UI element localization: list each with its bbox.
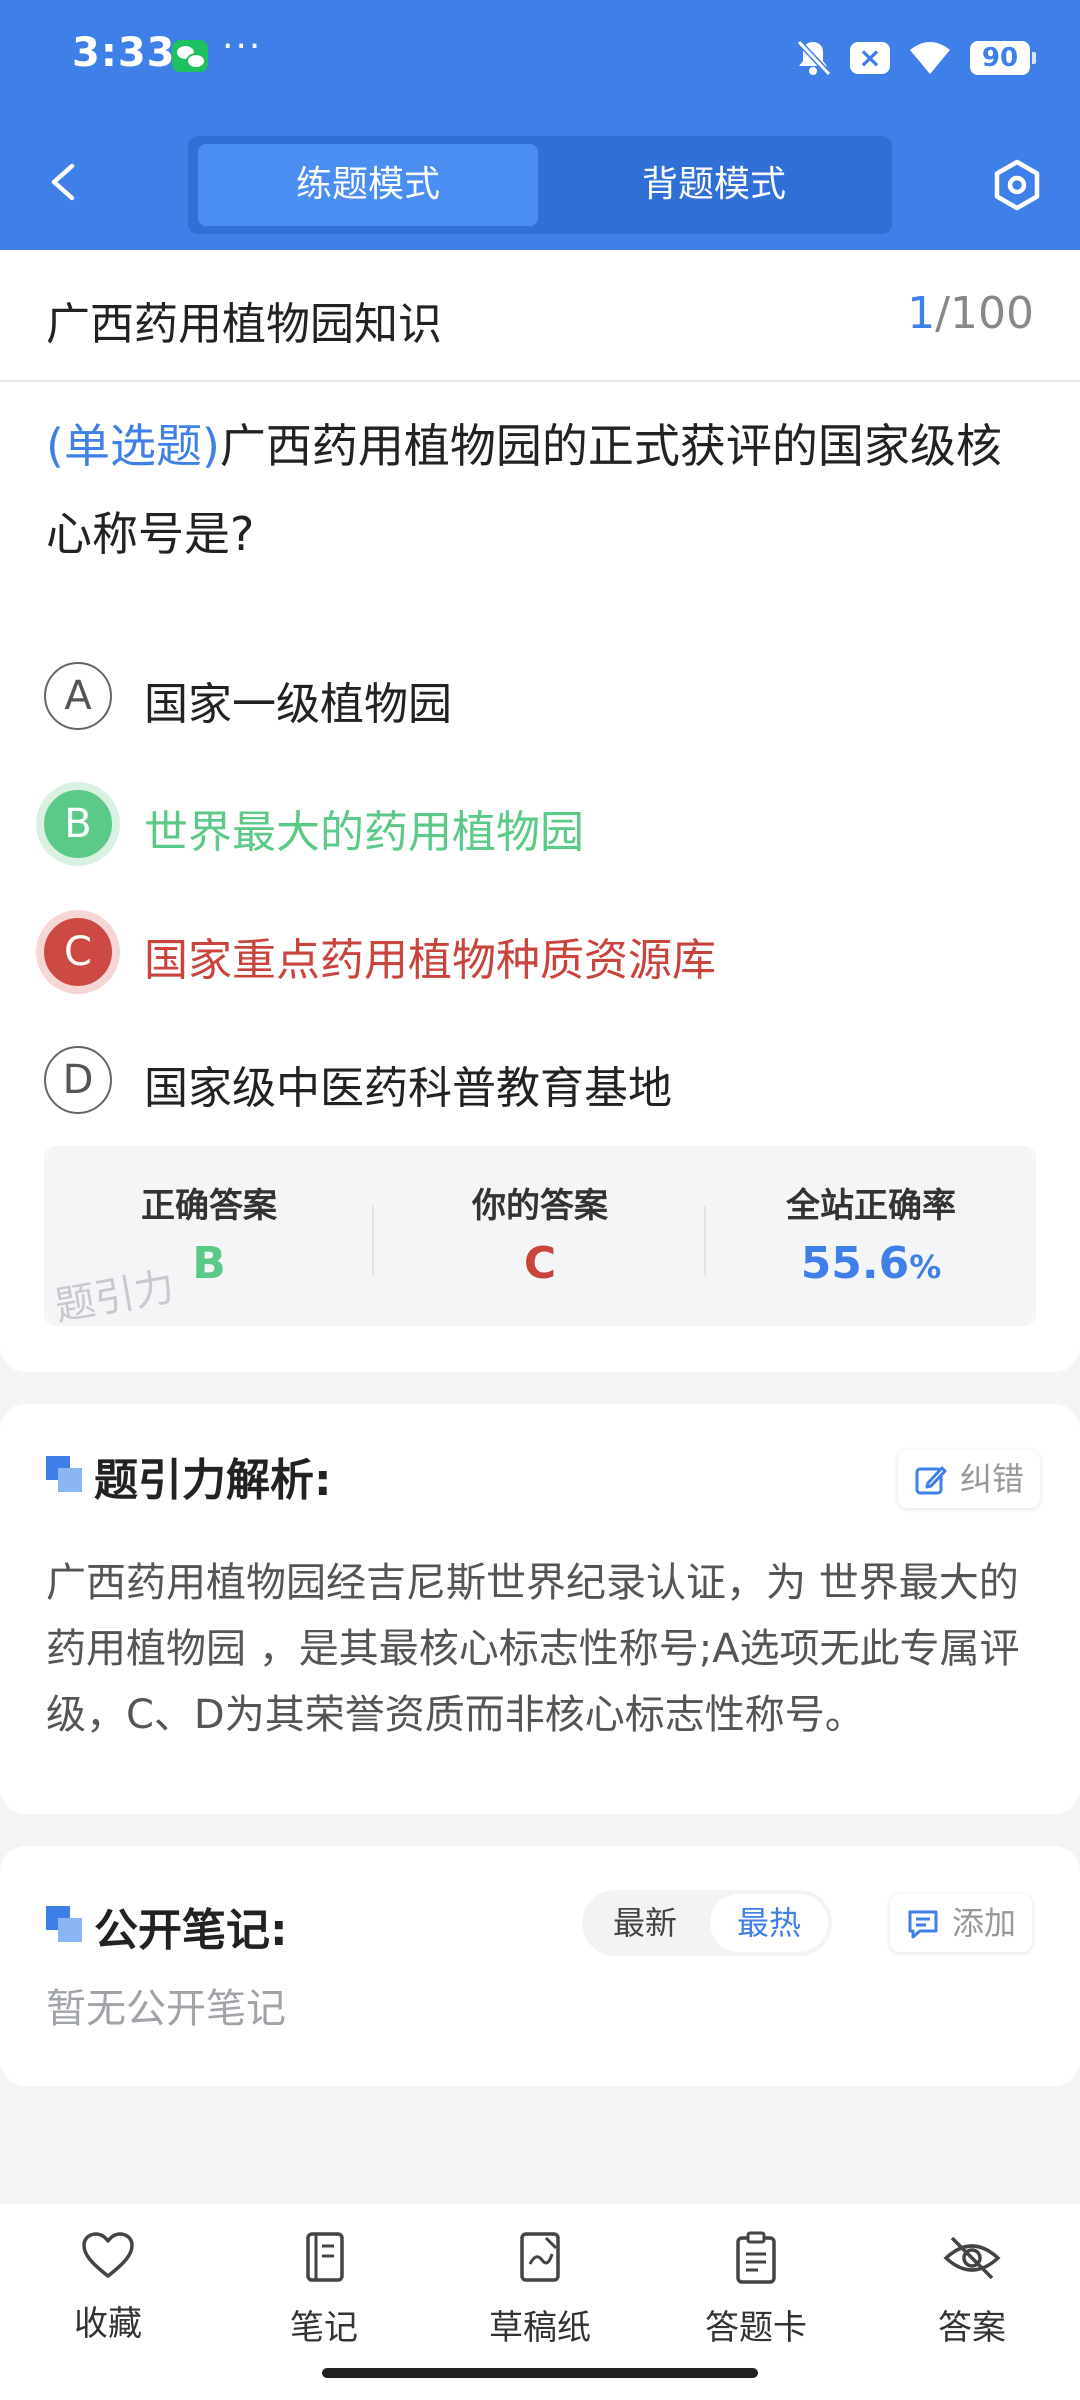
analysis-title: 题引力解析:: [94, 1455, 332, 1506]
empty-notes-text: 暂无公开笔记: [46, 1986, 286, 2032]
option-text: 国家级中医药科普教育基地: [144, 1063, 672, 1114]
mode-switcher: 练题模式 背题模式: [188, 136, 892, 234]
notes-title: 公开笔记:: [94, 1905, 288, 1956]
heart-icon: [82, 2232, 134, 2278]
accuracy-label: 全站正确率: [786, 1186, 956, 1226]
question-bank-title: 广西药用植物园知识: [46, 299, 442, 350]
top-bar: 3:33 ··· × 90 练题模式 背题模式: [0, 0, 1080, 250]
question-type: (单选题): [46, 419, 220, 473]
total-questions: /100: [935, 288, 1034, 339]
notes-card: 公开笔记: 最新 最热 添加 暂无公开笔记: [0, 1846, 1080, 2086]
back-arrow-icon[interactable]: [42, 160, 86, 204]
edit-icon: [915, 1466, 947, 1495]
report-error-label: 纠错: [960, 1460, 1025, 1498]
your-answer-label: 你的答案: [472, 1186, 608, 1226]
option-letter: A: [44, 662, 112, 730]
notes-sort-toggle: 最新 最热: [582, 1890, 832, 1956]
option-b[interactable]: B 世界最大的药用植物园: [44, 786, 1044, 866]
divider: [372, 1206, 374, 1276]
option-letter: B: [44, 790, 112, 858]
question-card: 广西药用植物园知识 1/100 (单选题)广西药用植物园的正式获评的国家级核心称…: [0, 250, 1080, 1372]
sort-hottest[interactable]: 最热: [710, 1894, 828, 1952]
answer-summary: 正确答案 B 你的答案 C 全站正确率 55.6% 题引力: [44, 1146, 1036, 1326]
answer-card-button[interactable]: 答题卡: [676, 2230, 836, 2360]
draft-paper-button[interactable]: 草稿纸: [460, 2230, 620, 2360]
accuracy-value: 55.6%: [706, 1238, 1036, 1289]
status-icons: × 90: [794, 38, 1036, 78]
favorite-label: 收藏: [74, 2304, 142, 2344]
status-bar: 3:33 ··· × 90: [0, 0, 1080, 110]
bell-off-icon: [796, 39, 832, 77]
option-c[interactable]: C 国家重点药用植物种质资源库: [44, 914, 1044, 994]
accuracy-number: 55.6: [800, 1238, 910, 1289]
tab-practice-mode[interactable]: 练题模式: [198, 144, 538, 226]
question-text: (单选题)广西药用植物园的正式获评的国家级核心称号是?: [46, 402, 1046, 578]
draft-paper-label: 草稿纸: [489, 2308, 591, 2348]
answer-card-icon: [736, 2231, 776, 2284]
wifi-icon: [910, 42, 950, 74]
accuracy-column: 全站正确率 55.6%: [706, 1146, 1036, 1326]
your-answer-column: 你的答案 C: [375, 1146, 705, 1326]
battery-indicator: 90: [970, 41, 1036, 75]
notes-label: 笔记: [290, 2308, 358, 2348]
question-header: 广西药用植物园知识 1/100: [0, 250, 1080, 382]
add-note-button[interactable]: 添加: [890, 1894, 1033, 1952]
your-answer-value: C: [523, 1238, 557, 1289]
notebook-icon: [306, 2232, 344, 2282]
draft-paper-icon: [520, 2232, 560, 2282]
option-a[interactable]: A 国家一级植物园: [44, 658, 1044, 738]
settings-icon[interactable]: [990, 158, 1044, 212]
section-square-icon: [46, 1456, 82, 1492]
analysis-text: 广西药用植物园经吉尼斯世界纪录认证，为 世界最大的药用植物园 ，是其最核心标志性…: [46, 1560, 1020, 1738]
add-note-label: 添加: [952, 1904, 1017, 1942]
sort-latest[interactable]: 最新: [586, 1894, 704, 1952]
comment-icon: [908, 1910, 938, 1939]
analysis-card: 题引力解析: 纠错 广西药用植物园经吉尼斯世界纪录认证，为 世界最大的药用植物园…: [0, 1404, 1080, 1814]
correct-answer-label: 正确答案: [141, 1186, 277, 1226]
notes-button[interactable]: 笔记: [244, 2230, 404, 2360]
home-indicator[interactable]: [322, 2368, 758, 2378]
favorite-button[interactable]: 收藏: [28, 2230, 188, 2360]
current-question-number: 1: [907, 288, 936, 339]
status-time: 3:33: [72, 30, 176, 76]
show-answer-label: 答案: [938, 2308, 1006, 2348]
eye-off-icon: [943, 2236, 1001, 2280]
sim-off-icon: ×: [850, 42, 890, 74]
option-text: 国家一级植物园: [144, 679, 452, 730]
accuracy-unit: %: [909, 1248, 942, 1286]
wechat-icon: [172, 40, 208, 72]
option-d[interactable]: D 国家级中医药科普教育基地: [44, 1042, 1044, 1122]
option-text: 国家重点药用植物种质资源库: [144, 935, 716, 986]
section-square-icon: [46, 1906, 82, 1942]
option-letter: D: [44, 1046, 112, 1114]
option-letter: C: [44, 918, 112, 986]
question-counter: 1/100: [907, 288, 1034, 339]
answer-card-label: 答题卡: [705, 2308, 807, 2348]
option-text: 世界最大的药用植物园: [144, 807, 584, 858]
report-error-button[interactable]: 纠错: [898, 1450, 1041, 1508]
show-answer-button[interactable]: 答案: [892, 2230, 1052, 2360]
tab-memorize-mode[interactable]: 背题模式: [544, 144, 884, 226]
more-notifications-icon: ···: [222, 26, 263, 67]
